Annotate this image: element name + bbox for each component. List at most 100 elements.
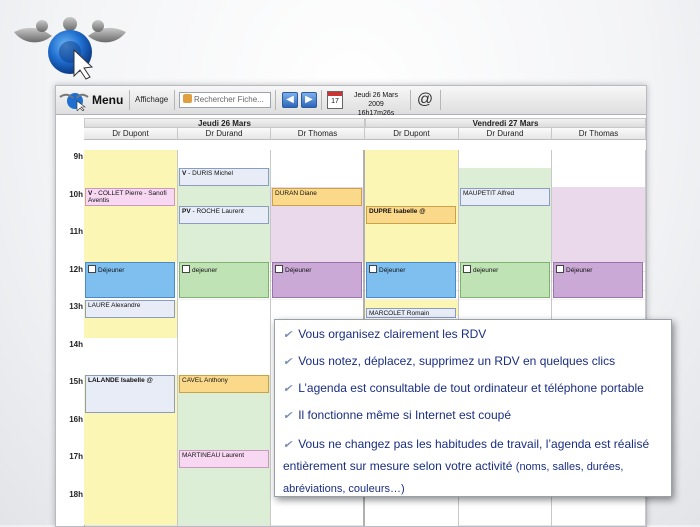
feature-item: ✔ Vous ne changez pas les habitudes de tr… xyxy=(283,434,663,500)
lunch-block[interactable]: Déjeuner xyxy=(85,262,175,298)
schedule-column[interactable]: V - COLLET Pierre - Sanofi Aventis Déjeu… xyxy=(84,150,178,526)
app-logo-icon xyxy=(59,93,89,111)
lunch-block[interactable]: Déjeuner xyxy=(366,262,456,298)
hour-label: 11h xyxy=(69,227,83,236)
hour-label: 9h xyxy=(73,152,83,161)
lunch-block[interactable]: dejeuner xyxy=(179,262,269,298)
doctor-header[interactable]: Dr Dupont xyxy=(84,128,178,140)
appointment[interactable]: V - COLLET Pierre - Sanofi Aventis xyxy=(85,188,175,206)
current-datetime: Jeudi 26 Mars 2009 16h17m26s xyxy=(346,91,406,118)
appointment[interactable]: DUPRE Isabelle @ xyxy=(366,206,456,224)
appointment[interactable]: MARCOLET Romain xyxy=(366,308,456,318)
doctor-header[interactable]: Dr Thomas xyxy=(271,128,365,140)
toolbar-divider xyxy=(410,90,411,110)
next-day-button[interactable]: ▶ xyxy=(301,92,317,108)
appointment-type: PV xyxy=(182,208,191,215)
appointment[interactable]: LALANDE Isabelle @ xyxy=(85,375,175,413)
hour-label: 10h xyxy=(69,190,83,199)
hour-label: 13h xyxy=(69,302,83,311)
note-icon xyxy=(88,265,96,273)
hour-label: 16h xyxy=(69,415,83,424)
feature-text: Vous notez, déplacez, supprimez un RDV e… xyxy=(298,354,616,368)
feature-item: ✔ Vous notez, déplacez, supprimez un RDV … xyxy=(283,353,663,371)
hour-label: 17h xyxy=(69,452,83,461)
feature-item: ✔ L’agenda est consultable de tout ordina… xyxy=(283,380,663,398)
appointment[interactable]: MARTINEAU Laurent xyxy=(179,450,269,468)
appointment-label: LALANDE Isabelle @ xyxy=(88,377,153,384)
previous-day-button[interactable]: ◀ xyxy=(282,92,298,108)
calendar-icon[interactable]: 17 xyxy=(327,91,343,109)
appointment-type: V xyxy=(182,170,187,177)
affichage-button[interactable]: Affichage xyxy=(135,95,168,104)
appointment-label: CAVEL Anthony xyxy=(182,377,228,384)
doctor-header[interactable]: Dr Dupont xyxy=(365,128,459,140)
feature-text: Vous organisez clairement les RDV xyxy=(298,327,487,341)
availability-band xyxy=(178,150,270,168)
feature-callout: ✔ Vous organisez clairement les RDV ✔ Vous… xyxy=(274,319,672,497)
lunch-block[interactable]: Déjeuner xyxy=(272,262,362,298)
lunch-block[interactable]: dejeuner xyxy=(460,262,550,298)
availability-band xyxy=(84,150,177,262)
feature-text: L’agenda est consultable de tout ordinat… xyxy=(298,381,644,395)
appointment[interactable]: MAUPETIT Alfred xyxy=(460,188,550,206)
lunch-label: Déjeuner xyxy=(566,267,593,274)
availability-band xyxy=(459,150,551,168)
toolbar-divider xyxy=(129,90,130,110)
user-search-icon xyxy=(183,94,192,103)
note-icon xyxy=(182,265,190,273)
appointment-label: - COLLET Pierre - Sanofi Aventis xyxy=(88,190,167,204)
check-icon: ✔ xyxy=(283,329,293,341)
lunch-label: Déjeuner xyxy=(98,267,125,274)
toolbar-divider xyxy=(321,90,322,110)
hour-label: 12h xyxy=(69,265,83,274)
availability-band xyxy=(271,150,363,187)
availability-band xyxy=(178,300,270,375)
hour-label: 18h xyxy=(69,490,83,499)
appointment[interactable]: LAURE Alexandre xyxy=(85,300,175,318)
doctor-header[interactable]: Dr Thomas xyxy=(552,128,646,140)
day-header[interactable]: Vendredi 27 Mars xyxy=(365,118,646,128)
toolbar-divider xyxy=(440,90,441,110)
appointment[interactable]: CAVEL Anthony xyxy=(179,375,269,393)
check-icon: ✔ xyxy=(283,439,293,451)
toolbar: Menu Affichage Rechercher Fiche... ◀ ▶ 1… xyxy=(56,86,646,118)
availability-band xyxy=(552,187,645,262)
search-placeholder: Rechercher Fiche... xyxy=(194,95,264,104)
appointment[interactable]: DURAN Diane xyxy=(272,188,362,206)
feature-item: ✔ Il fonctionne même si Internet est coup… xyxy=(283,407,663,425)
check-icon: ✔ xyxy=(283,383,293,395)
search-input[interactable]: Rechercher Fiche... xyxy=(179,92,271,108)
day-header[interactable]: Jeudi 26 Mars xyxy=(84,118,365,128)
menu-button[interactable]: Menu xyxy=(92,93,123,107)
appointment[interactable]: PV - ROCHE Laurent xyxy=(179,206,269,224)
lunch-label: dejeuner xyxy=(192,267,218,274)
appointment-label: DURAN Diane xyxy=(275,190,317,197)
note-icon xyxy=(275,265,283,273)
appointment-label: MAUPETIT Alfred xyxy=(463,190,515,197)
appointment-label: MARCOLET Romain xyxy=(369,310,430,317)
feature-text: Il fonctionne même si Internet est coupé xyxy=(298,408,512,422)
time-column: 9h 10h 11h 12h 13h 14h 15h 16h 17h 18h xyxy=(56,150,85,526)
note-icon xyxy=(463,265,471,273)
note-icon xyxy=(369,265,377,273)
appointment-label: - ROCHE Laurent xyxy=(192,208,244,215)
schedule-column[interactable]: V - DURIS Michel PV - ROCHE Laurent deje… xyxy=(178,150,271,526)
availability-band xyxy=(459,168,551,262)
appointment-label: DUPRE Isabelle @ xyxy=(369,208,426,215)
doctor-header[interactable]: Dr Durand xyxy=(178,128,271,140)
doctor-header[interactable]: Dr Durand xyxy=(459,128,552,140)
appointment-label: LAURE Alexandre xyxy=(88,302,141,309)
lunch-label: Déjeuner xyxy=(379,267,406,274)
lunch-block[interactable]: Déjeuner xyxy=(553,262,643,298)
lunch-label: dejeuner xyxy=(473,267,499,274)
appointment-label: - DURIS Michel xyxy=(188,170,233,177)
lunch-label: Déjeuner xyxy=(285,267,312,274)
toolbar-divider xyxy=(275,90,276,110)
availability-band xyxy=(84,338,177,375)
appointment-label: MARTINEAU Laurent xyxy=(182,452,245,459)
current-time: 16h17m26s xyxy=(357,110,395,117)
current-date: Jeudi 26 Mars 2009 xyxy=(354,92,398,108)
email-button[interactable]: @ xyxy=(414,89,436,111)
appointment[interactable]: V - DURIS Michel xyxy=(179,168,269,186)
feature-item: ✔ Vous organisez clairement les RDV xyxy=(283,326,663,344)
